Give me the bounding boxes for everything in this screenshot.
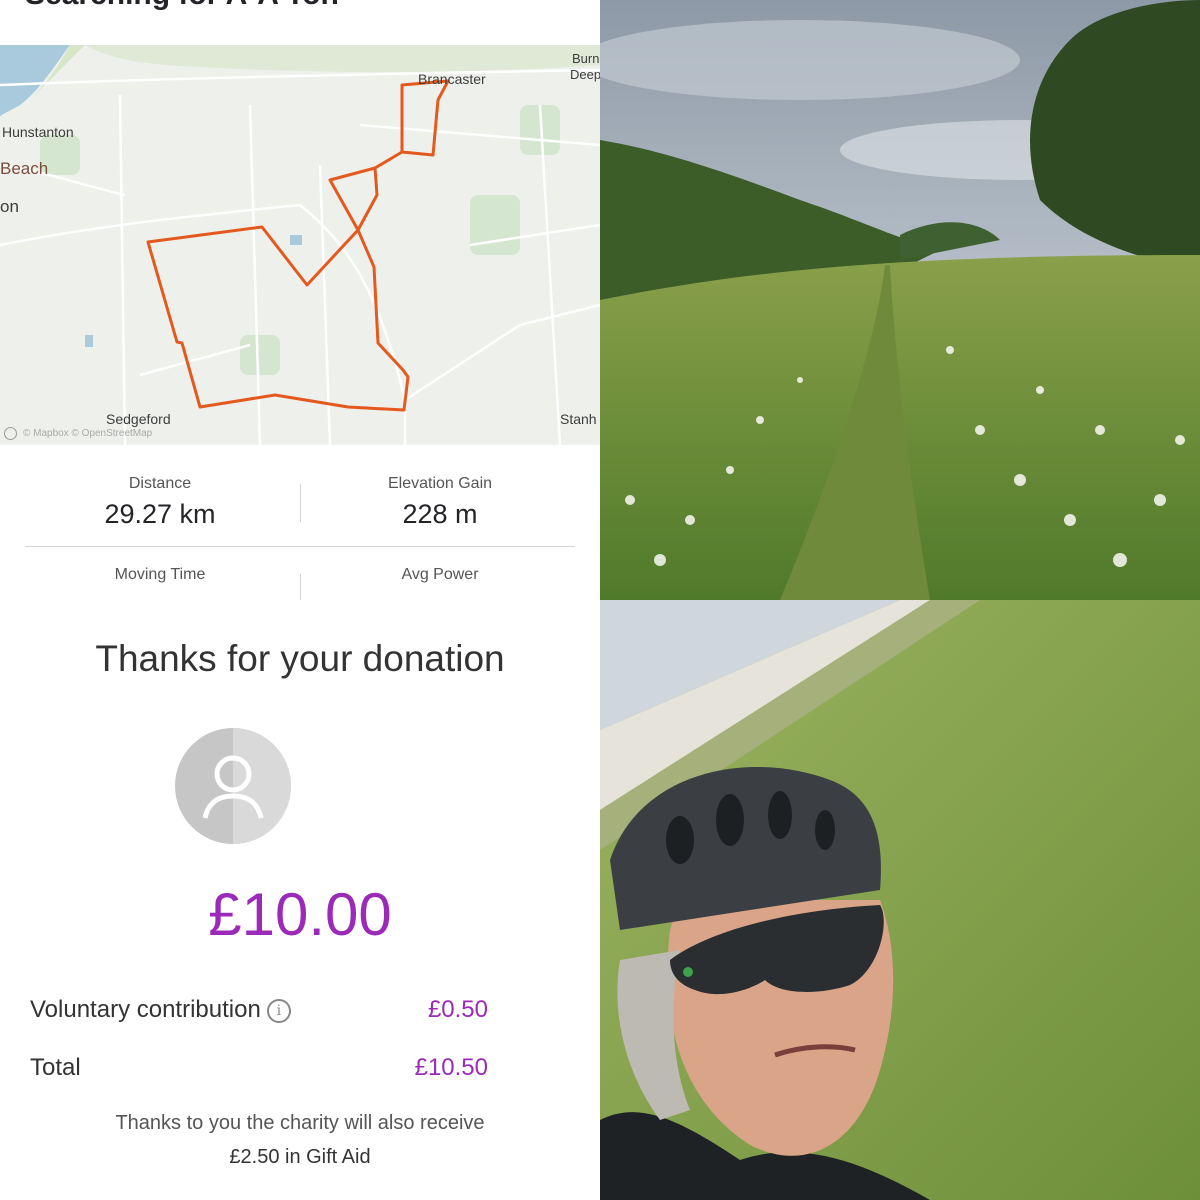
cyclist-photo [600, 600, 1200, 1200]
route-map[interactable]: Brancaster Burn Deep Hunstanton Beach on… [0, 45, 600, 445]
map-label-sedgeford: Sedgeford [106, 411, 171, 427]
selfie-photo-icon [600, 600, 1200, 1200]
countryside-photo [600, 0, 1200, 600]
map-label-stanhoe: Stanh [560, 411, 597, 427]
wood-patch [240, 335, 280, 375]
wood-patch [470, 195, 520, 255]
info-icon[interactable]: i [266, 998, 291, 1023]
map-canvas [0, 45, 600, 445]
map-attribution[interactable]: © Mapbox © OpenStreetMap [4, 427, 152, 440]
sea-area [0, 45, 70, 117]
pond [290, 235, 302, 245]
map-label-deepdale: Deep [570, 67, 600, 82]
gift-aid-line-1: Thanks to you the charity will also rece… [115, 1112, 485, 1134]
donation-amount: £10.00 [208, 881, 392, 948]
stat-label: Distance [128, 475, 192, 492]
total-value: £10.50 [414, 1054, 488, 1081]
marsh-area [85, 45, 600, 73]
stat-distance: Distance 29.27 km [30, 475, 290, 530]
map-label-beach: Beach [0, 159, 49, 178]
gift-aid-line-2: £2.50 in Gift Aid [229, 1146, 371, 1168]
stat-label: Elevation Gain [387, 475, 493, 492]
stat-label: Moving Time [114, 566, 206, 583]
map-label-brancaster: Brancaster [418, 71, 486, 87]
mapbox-logo-icon [4, 427, 17, 440]
stat-divider [300, 484, 301, 522]
map-label-burnham: Burn [572, 51, 600, 66]
total-label: Total [30, 1054, 81, 1081]
stats-row-divider [25, 546, 575, 547]
stat-moving-time: Moving Time [30, 566, 290, 590]
donation-heading: Thanks for your donation [95, 638, 505, 679]
stat-value: 29.27 km [104, 499, 216, 529]
stat-label: Avg Power [401, 566, 479, 583]
avatar [175, 728, 291, 844]
stat-divider [300, 574, 301, 600]
stat-avg-power: Avg Power [310, 566, 570, 590]
voluntary-contribution-label: Voluntary contribution [30, 996, 261, 1023]
activity-title: Searching for A-A Ton [25, 0, 339, 12]
landscape-photo-icon [600, 0, 1200, 600]
voluntary-contribution-value: £0.50 [427, 996, 488, 1023]
activity-panel: Searching for A-A Ton [0, 0, 600, 600]
stat-value: 228 m [402, 499, 478, 529]
donation-panel: Thanks for your donation £10.00 Voluntar… [0, 600, 600, 1200]
user-placeholder-icon [202, 728, 291, 844]
map-label-hunstanton: Hunstanton [2, 124, 74, 140]
stat-elevation-gain: Elevation Gain 228 m [310, 475, 570, 530]
roads [0, 68, 600, 445]
map-label-on: on [0, 197, 19, 216]
voluntary-contribution-row: Voluntary contribution i [30, 996, 291, 1024]
pond [85, 335, 93, 347]
